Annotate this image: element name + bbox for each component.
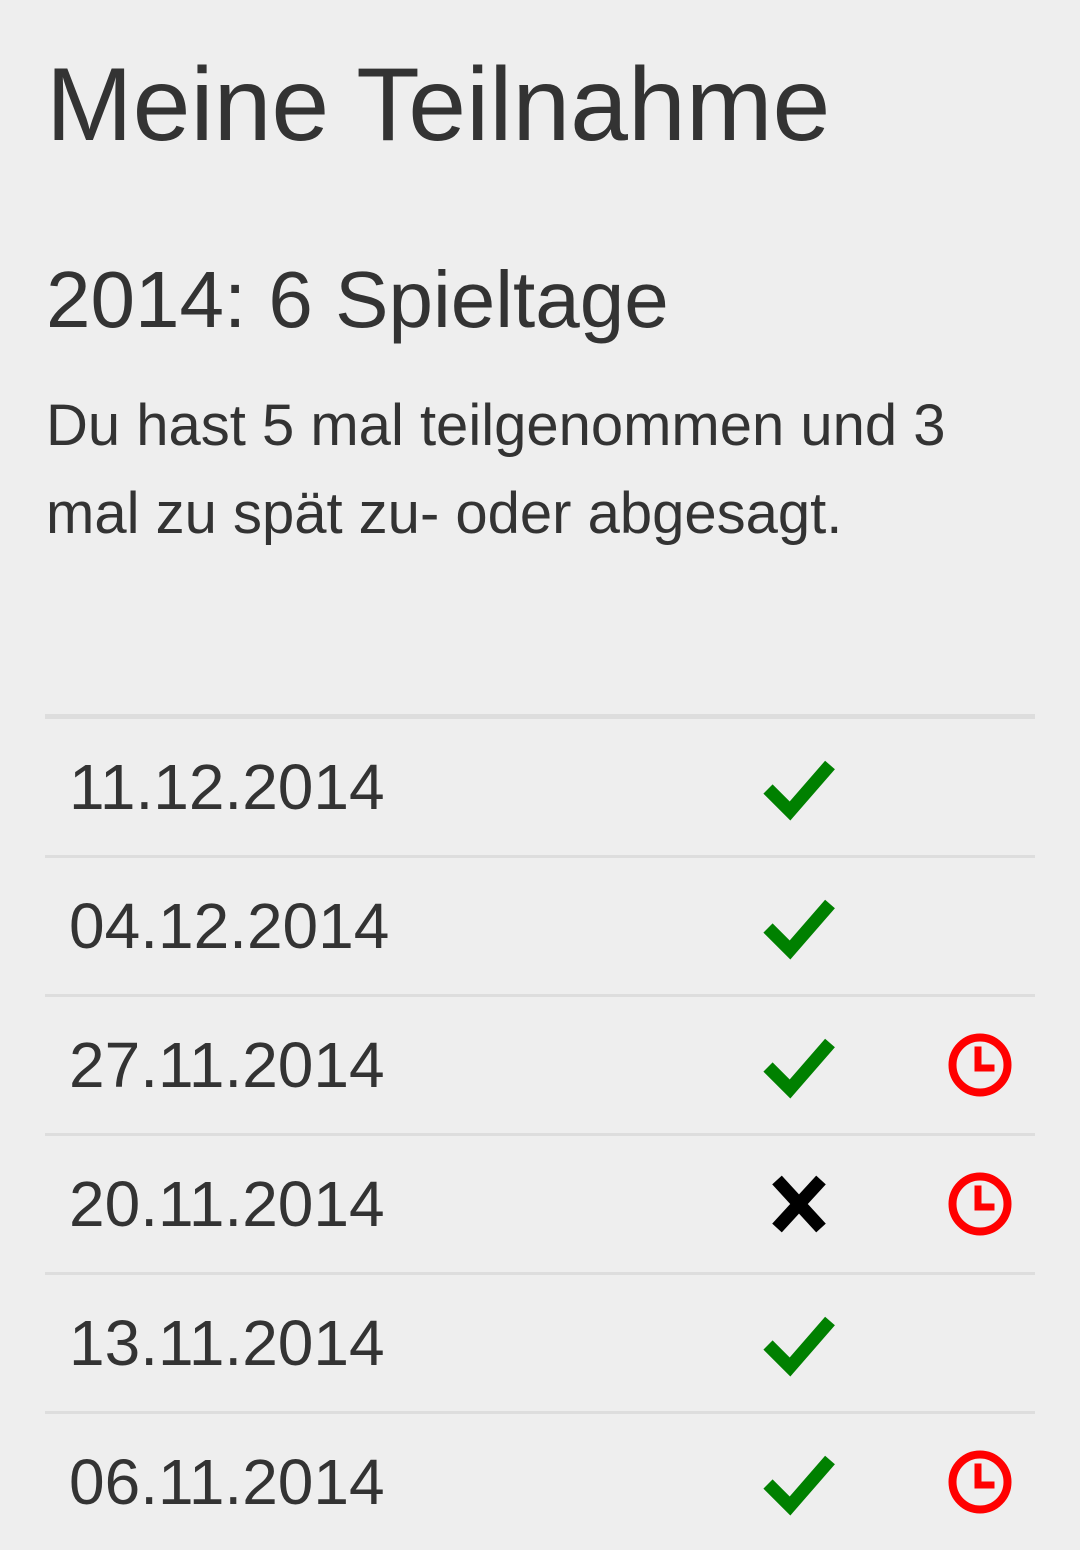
matchday-row: 27.11.2014 <box>45 997 1035 1136</box>
check-icon <box>763 890 835 962</box>
season-heading: 2014: 6 Spieltage <box>46 255 669 344</box>
check-icon <box>763 1307 835 1379</box>
clock-icon <box>945 1447 1015 1517</box>
matchday-date: 20.11.2014 <box>69 1168 385 1240</box>
matchday-row: 20.11.2014 <box>45 1136 1035 1275</box>
clock-icon <box>945 1169 1015 1239</box>
page-title: Meine Teilnahme <box>46 47 831 163</box>
clock-icon <box>945 1030 1015 1100</box>
matchday-row: 06.11.2014 <box>45 1414 1035 1550</box>
matchday-date: 04.12.2014 <box>69 890 390 962</box>
check-icon <box>763 1446 835 1518</box>
matchday-table: 11.12.2014 04.12.2014 27.11.2014 20.11.2… <box>45 714 1035 1550</box>
check-icon <box>763 1029 835 1101</box>
x-icon <box>763 1168 835 1240</box>
participation-summary: Du hast 5 mal teilgenommen und 3 mal zu … <box>46 393 946 546</box>
matchday-row: 13.11.2014 <box>45 1275 1035 1414</box>
matchday-date: 27.11.2014 <box>69 1029 385 1101</box>
matchday-date: 06.11.2014 <box>69 1446 385 1518</box>
matchday-date: 13.11.2014 <box>69 1307 385 1379</box>
matchday-date: 11.12.2014 <box>69 751 385 823</box>
matchday-row: 04.12.2014 <box>45 858 1035 997</box>
matchday-row: 11.12.2014 <box>45 719 1035 858</box>
check-icon <box>763 751 835 823</box>
